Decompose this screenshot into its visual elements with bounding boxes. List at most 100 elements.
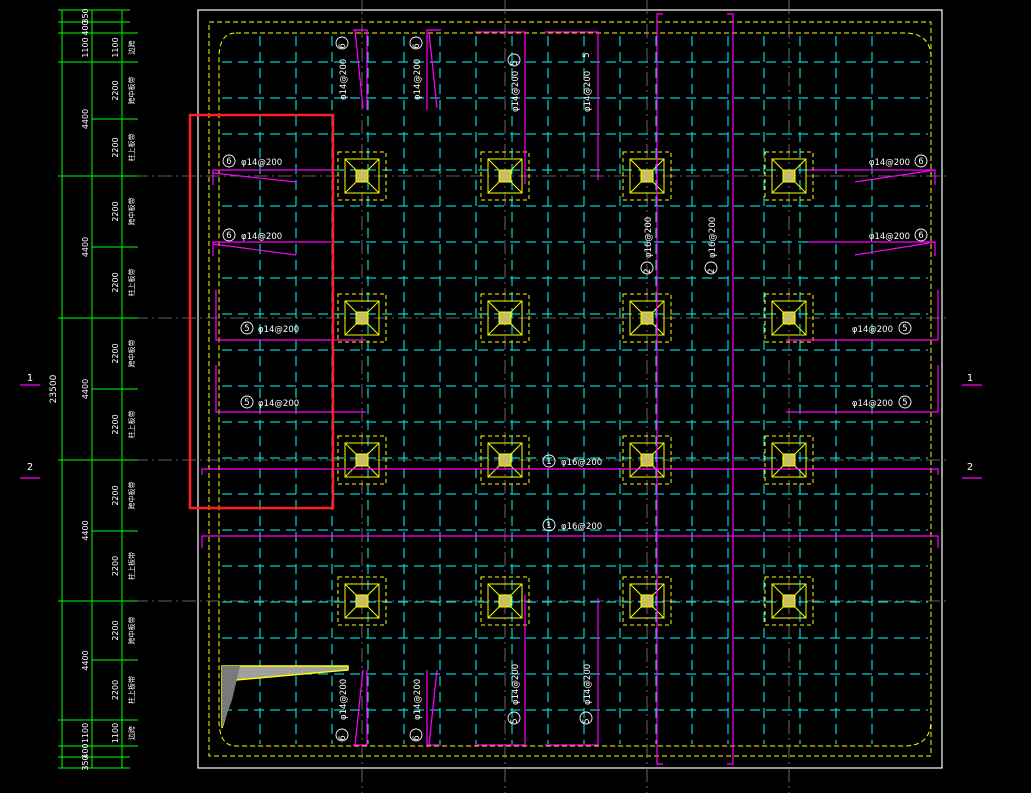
drop-panel-diag — [487, 322, 501, 336]
dim-bottom-label: 350 — [81, 755, 90, 770]
columns — [337, 151, 814, 626]
column-section — [782, 453, 796, 467]
column — [337, 151, 387, 201]
label-spec: φ14@200 — [258, 399, 299, 409]
dim-segment-label: 4400 — [81, 520, 90, 540]
label-spec: φ14@200 — [852, 325, 893, 335]
drop-panel-diag — [344, 605, 358, 619]
dim-inner-label: 1100 — [111, 37, 120, 57]
column-section — [498, 453, 512, 467]
dim-inner-label: 2200 — [111, 485, 120, 505]
column-section — [782, 169, 796, 183]
dim-band-label: 边跨 — [127, 726, 136, 740]
label-spec: φ16@200 — [561, 458, 602, 468]
drop-panel-diag — [487, 583, 501, 597]
column — [622, 435, 672, 485]
column — [764, 151, 814, 201]
label-spec: φ14@200 — [511, 71, 521, 112]
drop-panel-diag — [651, 583, 665, 597]
label-num: 1 — [546, 457, 551, 467]
label-spec: φ16@200 — [644, 217, 654, 258]
drop-panel-diag — [366, 583, 380, 597]
rebar-6-top-b-diag — [428, 31, 438, 109]
column — [622, 576, 672, 626]
label-spec: φ16@200 — [708, 217, 718, 258]
rebar-6-bot-b-diag — [428, 669, 438, 746]
drop-panel-diag — [629, 300, 643, 314]
drop-panel-diag — [629, 180, 643, 194]
drop-panel-diag — [366, 158, 380, 172]
rebar-6-left-a-diag — [212, 172, 297, 183]
drop-panel-diag — [771, 583, 785, 597]
column — [480, 435, 530, 485]
column-section — [640, 594, 654, 608]
column-section — [355, 594, 369, 608]
column-section — [640, 311, 654, 325]
dim-band-label: 跨中板带 — [127, 617, 136, 645]
drop-panel-diag — [771, 322, 785, 336]
drop-panel-diag — [366, 605, 380, 619]
label-spec: φ14@200 — [869, 232, 910, 242]
label-num: 6 — [338, 735, 348, 740]
column-section — [782, 311, 796, 325]
dim-segment-label: 4400 — [81, 379, 90, 399]
drop-panel-diag — [344, 300, 358, 314]
dim-inner-label: 2200 — [111, 201, 120, 221]
drop-panel-diag — [651, 322, 665, 336]
dimension-chains: 2350035040040035011004400440044004400440… — [49, 8, 138, 771]
column — [337, 293, 387, 343]
slab-inner-dashed — [218, 32, 932, 747]
hatch-wedge-shade — [222, 666, 240, 728]
drop-panel-diag — [487, 605, 501, 619]
dim-segment-label: 4400 — [81, 109, 90, 129]
label-spec: φ14@200 — [413, 59, 423, 100]
dim-band-label: 跨中板带 — [127, 482, 136, 510]
label-num: 5 — [510, 718, 520, 723]
rebar-6-bot-a — [353, 670, 368, 746]
column-section — [498, 169, 512, 183]
drop-panel-diag — [366, 442, 380, 456]
drop-panel-diag — [771, 605, 785, 619]
dim-band-label: 柱上板带 — [127, 134, 136, 162]
dim-segment-label: 1100 — [81, 723, 90, 743]
highlight-box[interactable] — [188, 113, 335, 510]
drop-panel-diag — [366, 322, 380, 336]
column — [764, 293, 814, 343]
rebar-6-left-a — [212, 169, 332, 185]
rebar-6-right-b-diag — [854, 241, 936, 256]
section-mark-left-1: 1 — [27, 373, 33, 384]
rebar-2-left — [656, 13, 663, 765]
cad-drawing[interactable]: 6 φ14@200 6 φ14@200 5 φ14@200 5 φ14@200 … — [0, 0, 1031, 793]
dim-inner-label: 2200 — [111, 556, 120, 576]
drop-panel-diag — [344, 158, 358, 172]
drop-panel-diag — [651, 300, 665, 314]
drop-panel-diag — [629, 583, 643, 597]
drop-panel-diag — [487, 464, 501, 478]
dim-inner-label: 1100 — [111, 723, 120, 743]
label-spec: φ14@200 — [413, 679, 423, 720]
label-spec: φ14@200 — [583, 71, 593, 112]
label-num: 6 — [918, 231, 923, 241]
column — [764, 435, 814, 485]
dim-inner-label: 2200 — [111, 414, 120, 434]
drop-panel-diag — [344, 583, 358, 597]
dim-inner-label: 2200 — [111, 137, 120, 157]
label-spec: φ14@200 — [869, 158, 910, 168]
rebar-lines — [201, 13, 939, 765]
column — [622, 151, 672, 201]
drop-panel-diag — [509, 300, 523, 314]
label-num: 6 — [412, 735, 422, 740]
dim-segment-label: 1100 — [81, 37, 90, 57]
label-num: 6 — [338, 43, 348, 48]
dim-band-label: 跨中板带 — [127, 198, 136, 226]
drop-panel-diag — [487, 442, 501, 456]
drop-panel-diag — [487, 158, 501, 172]
drop-panel-diag — [651, 464, 665, 478]
column-section — [782, 594, 796, 608]
column — [622, 293, 672, 343]
dim-inner-label: 2200 — [111, 620, 120, 640]
drop-panel-diag — [366, 300, 380, 314]
dim-top-label: 400 — [81, 20, 90, 35]
label-num: 5 — [902, 324, 907, 334]
slab-outline — [197, 9, 943, 769]
